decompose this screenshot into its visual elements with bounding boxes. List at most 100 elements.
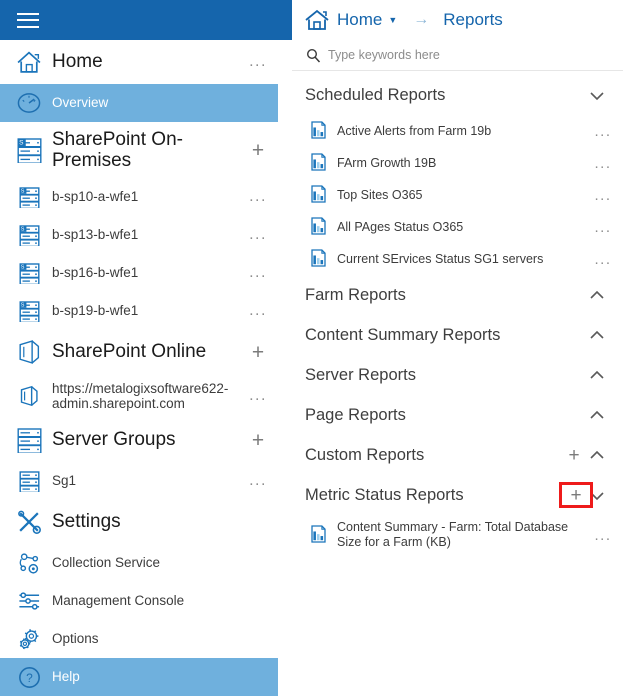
report-item-more-button[interactable]: ... [583, 123, 623, 140]
sidebar-item-label: Settings [52, 511, 121, 533]
breadcrumb-current: Reports [443, 10, 503, 29]
sidebar-item-sg1[interactable]: Sg1... [0, 462, 278, 500]
sidebar-item-more-button[interactable]: ... [238, 188, 278, 206]
add-sp-online-button[interactable]: + [238, 342, 278, 363]
sidebar-item-more-button[interactable]: ... [238, 387, 278, 405]
sidebar-item-server-groups[interactable]: Server Groups + [0, 418, 278, 462]
sidebar-item-overview[interactable]: Overview [0, 84, 278, 122]
server-sp-small-icon: S [12, 224, 46, 246]
sidebar-item-label: Help [52, 669, 80, 685]
sidebar-item-b-sp13-b-wfe1[interactable]: Sb-sp13-b-wfe1... [0, 216, 278, 254]
report-item-more-button[interactable]: ... [583, 187, 623, 204]
svg-text:S: S [20, 264, 24, 270]
chevron-up-icon[interactable] [589, 449, 623, 462]
report-item-label: FArm Growth 19B [337, 155, 437, 170]
search-bar[interactable] [292, 40, 623, 71]
sidebar-item-help[interactable]: ? Help [0, 658, 278, 696]
sidebar-item-label: Home [52, 51, 103, 73]
sidebar-item-sp-online[interactable]: SharePoint Online + [0, 330, 278, 374]
add-server-groups-button[interactable]: + [238, 430, 278, 451]
chevron-up-icon[interactable] [589, 369, 623, 382]
sidebar-header [0, 0, 292, 40]
server-sp-icon: S [12, 137, 46, 163]
report-section-scheduled-reports[interactable]: Scheduled Reports [292, 75, 623, 115]
sidebar-item-b-sp19-b-wfe1[interactable]: Sb-sp19-b-wfe1... [0, 292, 278, 330]
sidebar-item-options[interactable]: Options [0, 620, 278, 658]
sidebar-item-more-button[interactable]: ... [238, 53, 278, 71]
svg-text:S: S [20, 302, 24, 308]
svg-text:?: ? [26, 671, 33, 685]
sidebar-item-b-sp16-b-wfe1[interactable]: Sb-sp16-b-wfe1... [0, 254, 278, 292]
sidebar-item-label: b-sp19-b-wfe1 [52, 303, 139, 319]
report-chart-icon [305, 525, 331, 544]
sidebar-item-more-button[interactable]: ... [238, 472, 278, 490]
sidebar-item-label: SharePoint Online [52, 341, 207, 363]
report-item[interactable]: All PAges Status O365... [292, 211, 623, 243]
chevron-down-icon[interactable] [589, 89, 623, 102]
breadcrumb-home-link[interactable]: Home [337, 10, 382, 30]
caret-down-icon[interactable]: ▼ [388, 15, 397, 25]
report-item[interactable]: Top Sites O365... [292, 179, 623, 211]
chevron-up-icon[interactable] [589, 289, 623, 302]
sidebar-item-collection-service[interactable]: Collection Service [0, 544, 278, 582]
sidebar-item-label: b-sp13-b-wfe1 [52, 227, 139, 243]
search-icon [302, 48, 324, 63]
chevron-up-icon[interactable] [589, 329, 623, 342]
report-item-more-button[interactable]: ... [583, 155, 623, 172]
sidebar-item-sp-online-tenant[interactable]: https://metalogixsoftware622-admin.share… [0, 374, 278, 418]
sidebar-item-label: Overview [52, 95, 109, 111]
report-section-title: Custom Reports [305, 445, 425, 464]
svg-text:S: S [19, 139, 24, 146]
sidebar-item-label: Management Console [52, 593, 185, 609]
hamburger-icon[interactable] [17, 12, 39, 28]
report-item[interactable]: Current SErvices Status SG1 servers... [292, 243, 623, 275]
sidebar-item-label: b-sp16-b-wfe1 [52, 265, 139, 281]
report-chart-icon [305, 121, 331, 140]
report-item-label: All PAges Status O365 [337, 219, 464, 234]
report-section-content-summary-reports[interactable]: Content Summary Reports [292, 315, 623, 355]
add-custom-reports-button[interactable]: + [559, 446, 589, 465]
add-metric-status-reports-button[interactable]: + [559, 482, 593, 508]
sidebar-item-label: Sg1 [52, 473, 77, 489]
sidebar-item-more-button[interactable]: ... [238, 226, 278, 244]
report-item[interactable]: Active Alerts from Farm 19b... [292, 115, 623, 147]
question-circle-icon: ? [12, 666, 46, 689]
sharepoint-online-icon [12, 339, 46, 365]
reports-pane: Home ▼ → Reports Scheduled Reports Active… [292, 0, 623, 699]
report-section-farm-reports[interactable]: Farm Reports [292, 275, 623, 315]
report-item-more-button[interactable]: ... [583, 219, 623, 236]
search-input[interactable] [324, 47, 623, 63]
report-item-more-button[interactable]: ... [583, 251, 623, 268]
report-item-more-button[interactable]: ... [583, 527, 623, 544]
report-section-page-reports[interactable]: Page Reports [292, 395, 623, 435]
report-section-custom-reports[interactable]: Custom Reports + [292, 435, 623, 475]
report-section-metric-status-reports[interactable]: Metric Status Reports + [292, 475, 623, 515]
add-sp-onprem-button[interactable]: + [238, 140, 278, 161]
report-item[interactable]: FArm Growth 19B... [292, 147, 623, 179]
sidebar-item-home[interactable]: Home... [0, 40, 278, 84]
report-section-title: Page Reports [305, 405, 406, 424]
sidebar-item-more-button[interactable]: ... [238, 302, 278, 320]
report-chart-icon [305, 153, 331, 172]
sidebar-item-label: https://metalogixsoftware622-admin.share… [52, 380, 229, 411]
server-sp-small-icon: S [12, 186, 46, 208]
report-item-label: Current SErvices Status SG1 servers [337, 251, 544, 266]
sidebar-item-sp-onprem[interactable]: S SharePoint On-Premises + [0, 122, 278, 178]
sidebar-item-b-sp10-a-wfe1[interactable]: Sb-sp10-a-wfe1... [0, 178, 278, 216]
sidebar-item-management-console[interactable]: Management Console [0, 582, 278, 620]
sidebar-item-more-button[interactable]: ... [238, 264, 278, 282]
arrow-right-icon: → [413, 11, 430, 28]
home-icon [12, 49, 46, 75]
report-chart-icon [305, 185, 331, 204]
chevron-up-icon[interactable] [589, 409, 623, 422]
report-item-label: Top Sites O365 [337, 187, 423, 202]
report-item[interactable]: Content Summary - Farm: Total Database S… [292, 515, 623, 555]
chevron-down-icon[interactable] [589, 489, 623, 502]
sidebar-item-settings[interactable]: Settings [0, 500, 278, 544]
report-section-server-reports[interactable]: Server Reports [292, 355, 623, 395]
gauge-icon [12, 91, 46, 115]
server-group-icon [12, 427, 46, 453]
report-item-label: Active Alerts from Farm 19b [337, 123, 492, 138]
report-section-title: Scheduled Reports [305, 85, 446, 104]
report-section-title: Metric Status Reports [305, 485, 464, 504]
